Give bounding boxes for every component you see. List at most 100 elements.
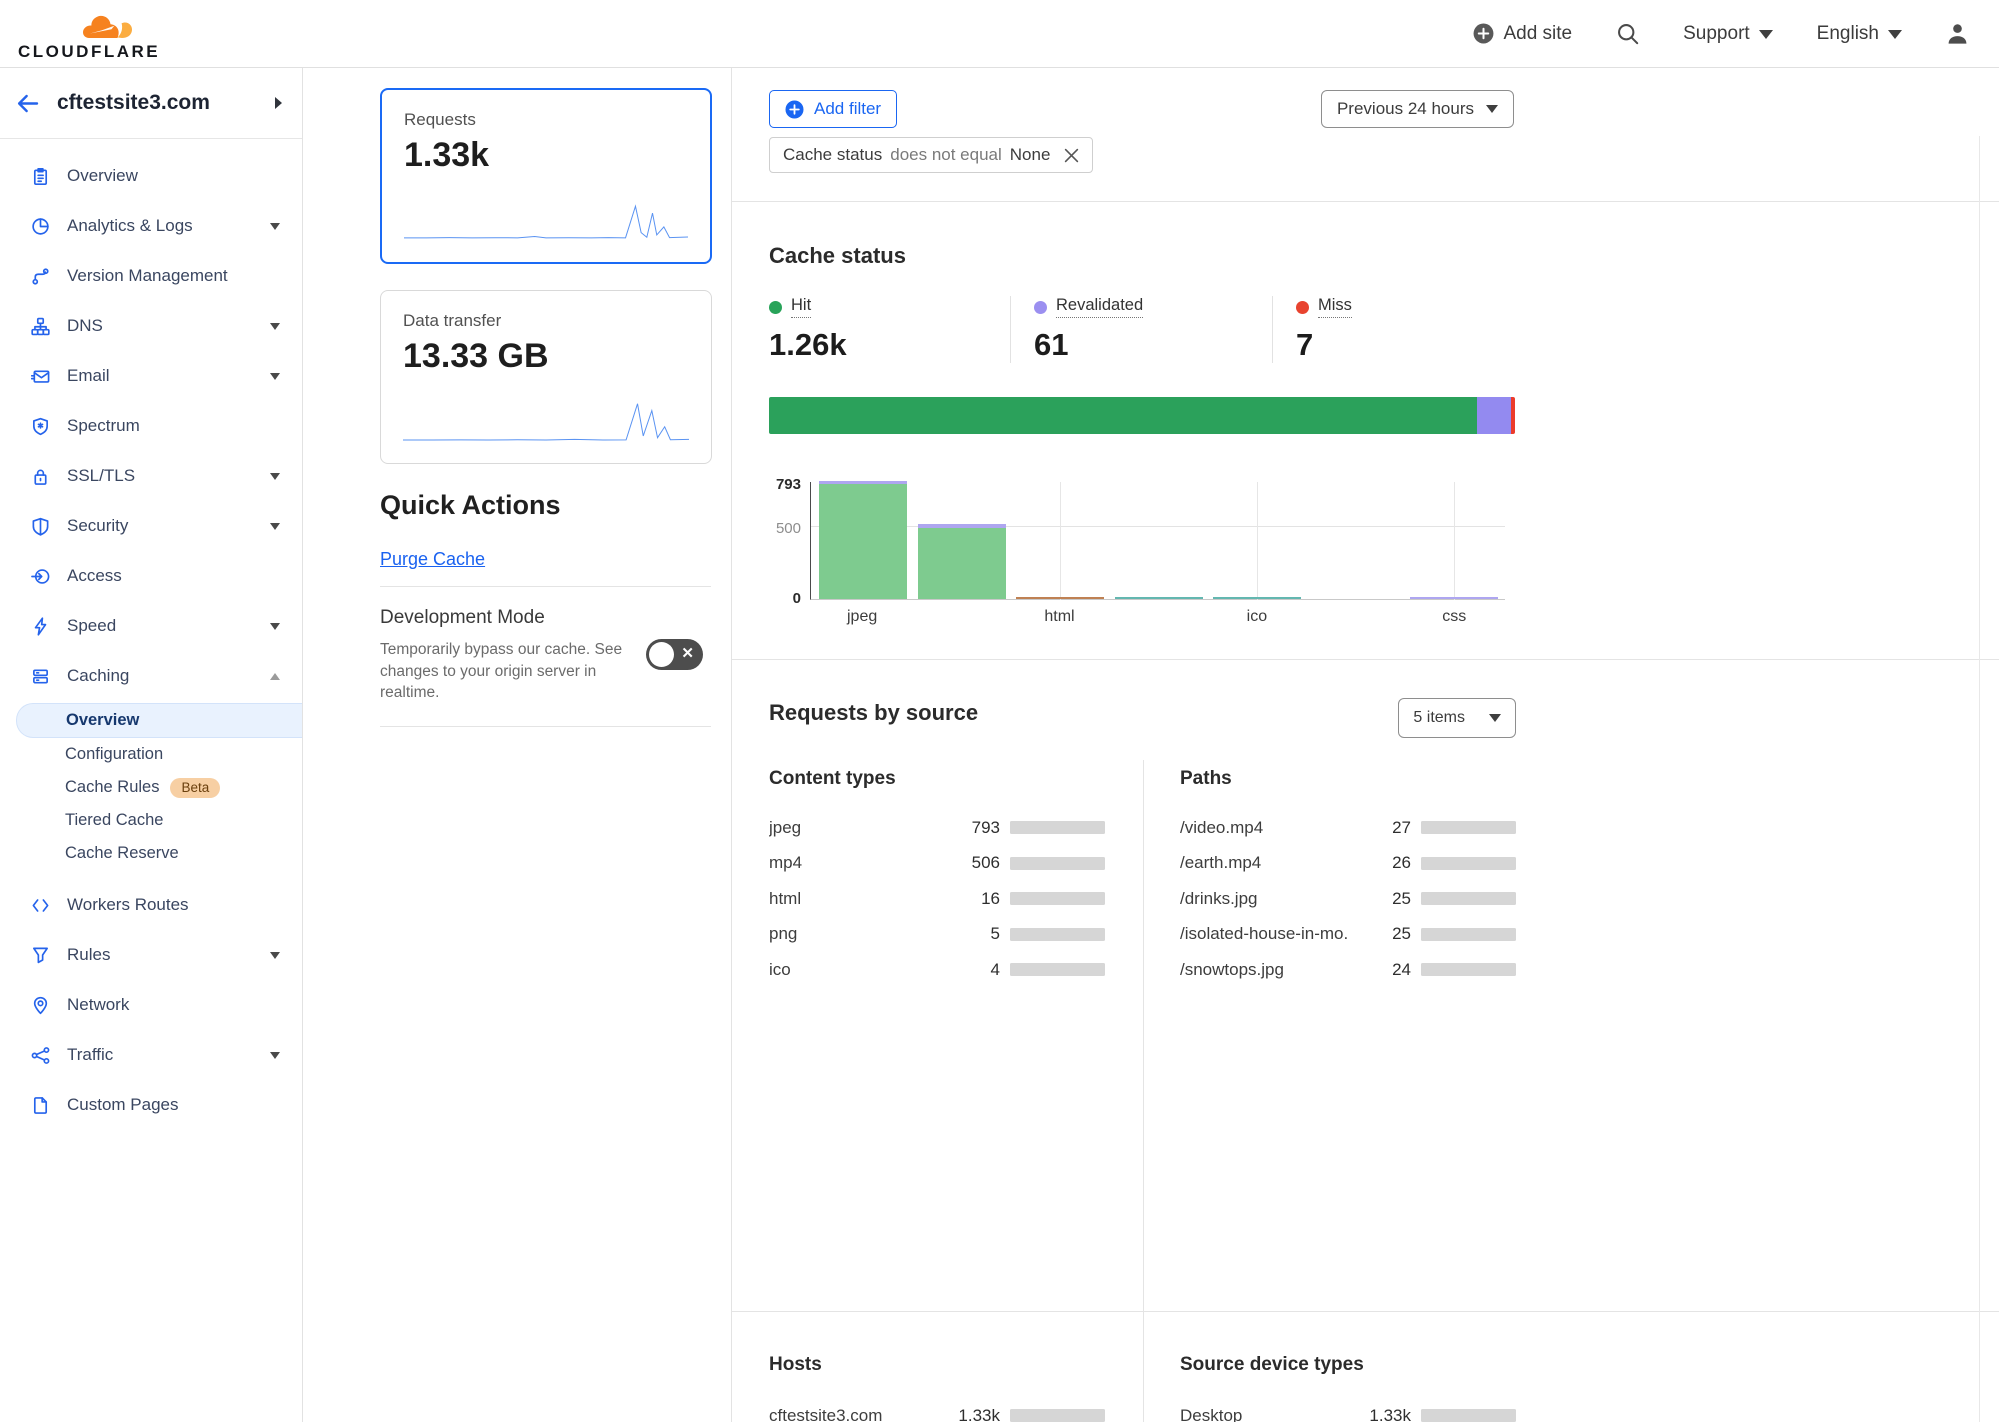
plus-circle-icon	[1473, 23, 1494, 44]
chevron-down-icon	[270, 623, 280, 630]
list-item[interactable]: ico 4	[769, 952, 1105, 988]
cloudflare-logo[interactable]: CLOUDFLARE	[18, 6, 160, 62]
list-item[interactable]: /earth.mp4 26	[1180, 846, 1516, 882]
hit-stat: Hit 1.26k	[769, 296, 1010, 363]
hit-label[interactable]: Hit	[791, 296, 811, 318]
miss-label[interactable]: Miss	[1318, 296, 1352, 318]
sidebar-item-version-management[interactable]: Version Management	[0, 251, 302, 301]
add-filter-button[interactable]: Add filter	[769, 90, 897, 128]
list-item[interactable]: /snowtops.jpg 24	[1180, 952, 1516, 988]
chevron-down-icon	[270, 323, 280, 330]
sidebar-item-label: Access	[67, 566, 122, 586]
items-count-selector[interactable]: 5 items	[1398, 698, 1516, 738]
revalidated-label[interactable]: Revalidated	[1056, 296, 1143, 318]
back-arrow-icon[interactable]	[16, 92, 39, 115]
list-item[interactable]: mp4 506	[769, 846, 1105, 882]
source-device-types-list: Source device types Desktop 1.33k	[1180, 1354, 1554, 1422]
sidebar-item-access[interactable]: Access	[0, 551, 302, 601]
server-stack-icon	[31, 667, 50, 686]
chevron-up-icon	[270, 673, 280, 680]
sidebar-subitem-caching-overview[interactable]: Overview	[16, 703, 302, 738]
site-sidebar: cftestsite3.com Overview Analytics & Log…	[0, 68, 303, 1422]
time-range-selector[interactable]: Previous 24 hours	[1321, 90, 1514, 128]
chevron-down-icon	[270, 952, 280, 959]
language-menu[interactable]: English	[1817, 23, 1902, 45]
sidebar-item-rules[interactable]: Rules	[0, 930, 302, 980]
add-site-button[interactable]: Add site	[1473, 23, 1572, 45]
cache-status-stats: Hit 1.26k Revalidated 61	[769, 296, 1999, 363]
sidebar-subitem-configuration[interactable]: Configuration	[0, 738, 302, 771]
beta-badge: Beta	[170, 778, 220, 798]
language-label: English	[1817, 23, 1879, 45]
row-value: 4	[938, 960, 1000, 980]
shield-icon	[31, 517, 50, 536]
sidebar-item-custom-pages[interactable]: Custom Pages	[0, 1080, 302, 1130]
sidebar-subitem-cache-reserve[interactable]: Cache Reserve	[0, 837, 302, 870]
sidebar-item-dns[interactable]: DNS	[0, 301, 302, 351]
list-item[interactable]: jpeg 793	[769, 810, 1105, 846]
sidebar-item-analytics-logs[interactable]: Analytics & Logs	[0, 201, 302, 251]
chevron-down-icon	[270, 473, 280, 480]
lightning-bolt-icon	[31, 617, 50, 636]
filter-operator: does not equal	[890, 145, 1002, 165]
sidebar-item-workers-routes[interactable]: Workers Routes	[0, 880, 302, 930]
row-value: 1.33k	[1349, 1406, 1411, 1422]
paths-list: Paths /video.mp4 27 /earth.mp4 26 /	[1180, 768, 1554, 988]
sidebar-item-security[interactable]: Security	[0, 501, 302, 551]
row-label: cftestsite3.com	[769, 1406, 938, 1422]
chevron-right-icon[interactable]	[275, 97, 282, 109]
row-bar	[1010, 892, 1105, 905]
sidebar-item-overview[interactable]: Overview	[0, 151, 302, 201]
sidebar-item-label: Caching	[67, 666, 129, 686]
sidebar-item-speed[interactable]: Speed	[0, 601, 302, 651]
sidebar-subitem-tiered-cache[interactable]: Tiered Cache	[0, 804, 302, 837]
requests-metric-card[interactable]: Requests 1.33k	[380, 88, 712, 264]
sidebar-item-network[interactable]: Network	[0, 980, 302, 1030]
row-bar	[1421, 1409, 1516, 1422]
hosts-devices-section: Hosts cftestsite3.com 1.33k Source devic…	[732, 1312, 1999, 1422]
sidebar-item-label: Security	[67, 516, 128, 536]
user-account-icon[interactable]	[1946, 22, 1969, 45]
search-icon[interactable]	[1616, 22, 1639, 45]
list-item[interactable]: /drinks.jpg 25	[1180, 881, 1516, 917]
row-bar	[1421, 857, 1516, 870]
row-value: 24	[1349, 960, 1411, 980]
data-transfer-metric-card[interactable]: Data transfer 13.33 GB	[380, 290, 712, 464]
remove-filter-icon[interactable]	[1064, 148, 1079, 163]
purge-cache-link[interactable]: Purge Cache	[380, 549, 485, 570]
sidebar-item-label: Overview	[67, 166, 138, 186]
sidebar-item-traffic[interactable]: Traffic	[0, 1030, 302, 1080]
sidebar-item-ssl-tls[interactable]: SSL/TLS	[0, 451, 302, 501]
y-tick: 0	[793, 590, 801, 607]
support-menu[interactable]: Support	[1683, 23, 1773, 45]
filter-section: Add filter Cache status does not equal N…	[732, 68, 1999, 202]
sidebar-item-email[interactable]: Email	[0, 351, 302, 401]
source-device-types-title: Source device types	[1180, 1354, 1554, 1376]
sidebar-item-label: Email	[67, 366, 110, 386]
list-item[interactable]: png 5	[769, 917, 1105, 953]
list-item[interactable]: /isolated-house-in-mo... 25	[1180, 917, 1516, 953]
chevron-down-icon	[1486, 105, 1498, 113]
list-item[interactable]: /video.mp4 27	[1180, 810, 1516, 846]
sidebar-subitem-cache-rules[interactable]: Cache Rules Beta	[0, 771, 302, 804]
x-tick: ico	[1247, 608, 1267, 626]
sidebar-item-caching[interactable]: Caching	[0, 651, 302, 701]
list-item[interactable]: cftestsite3.com 1.33k	[769, 1398, 1105, 1422]
row-bar	[1421, 963, 1516, 976]
row-value: 16	[938, 889, 1000, 909]
list-item[interactable]: html 16	[769, 881, 1105, 917]
column-divider	[1143, 1312, 1144, 1422]
sidebar-item-spectrum[interactable]: Spectrum	[0, 401, 302, 451]
development-mode-toggle[interactable]: ✕	[646, 639, 703, 670]
chevron-down-icon	[270, 523, 280, 530]
stacked-segment-hit	[769, 397, 1477, 434]
page-icon	[31, 1096, 50, 1115]
sidebar-item-label: Version Management	[67, 266, 228, 286]
metric-label: Data transfer	[403, 311, 689, 331]
y-axis-labels: 793 500 0	[769, 482, 810, 600]
site-switcher: cftestsite3.com	[0, 68, 302, 139]
list-item[interactable]: Desktop 1.33k	[1180, 1398, 1516, 1422]
share-nodes-icon	[31, 1046, 50, 1065]
revalidated-value: 61	[1034, 327, 1272, 363]
caching-subnav: Overview Configuration Cache Rules Beta …	[0, 701, 302, 880]
